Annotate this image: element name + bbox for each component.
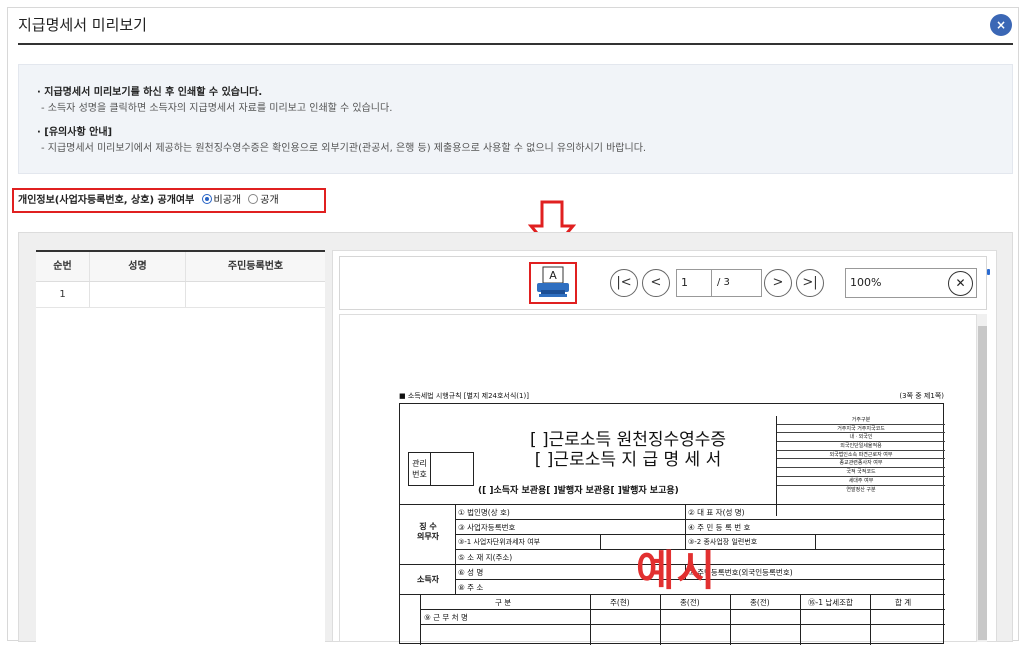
next-page-button[interactable]: > xyxy=(764,269,792,297)
info-line-2: - 소득자 성명을 클릭하면 소득자의 지급명세서 자료를 미리보고 인쇄할 수… xyxy=(41,103,393,114)
table-row[interactable]: 1 xyxy=(36,282,325,308)
mgmt-number-box: 관리번호 xyxy=(408,452,474,486)
prev-page-button[interactable]: < xyxy=(642,269,670,297)
form-header-right: (3쪽 중 제1쪽) xyxy=(899,392,944,400)
close-icon[interactable]: × xyxy=(990,14,1012,36)
earner-label: 소득자 xyxy=(416,575,440,584)
form-subtitle: ([ ]소득자 보관용[ ]발행자 보관용[ ]발행자 보고용) xyxy=(478,486,679,496)
row-seq: 1 xyxy=(36,282,90,307)
radio-private-label[interactable]: 비공개 xyxy=(214,195,242,206)
row-rrn xyxy=(186,282,325,307)
first-page-button[interactable]: |< xyxy=(610,269,638,297)
radio-private[interactable] xyxy=(201,194,212,204)
col-rrn: 주민등록번호 xyxy=(227,261,284,272)
dialog-title: 지급명세서 미리보기 xyxy=(18,16,147,34)
form-title-1: [ ]근로소득 원천징수영수증 xyxy=(529,430,727,450)
col-name: 성명 xyxy=(90,252,186,281)
toolbar-marker xyxy=(987,269,990,275)
radio-public[interactable] xyxy=(248,194,259,204)
info-line-3: · [유의사항 안내] xyxy=(37,127,113,138)
info-line-4: - 지급명세서 미리보기에서 제공하는 원천징수영수증은 확인용으로 외부기관(… xyxy=(41,143,647,154)
info-box: · 지급명세서 미리보기를 하신 후 인쇄할 수 있습니다. - 소득자 성명을… xyxy=(18,64,1013,174)
zoom-clear-icon[interactable]: ✕ xyxy=(948,271,973,296)
privacy-setting: 개인정보(사업자등록번호, 상호) 공개여부 비공개 공개 xyxy=(12,188,326,213)
withholder-label: 징 수 의무자 xyxy=(416,522,440,541)
sample-watermark: 예시 xyxy=(636,546,718,595)
svg-text:A: A xyxy=(549,269,557,282)
info-line-1: · 지급명세서 미리보기를 하신 후 인쇄할 수 있습니다. xyxy=(37,87,263,98)
form-title-2: [ ]근로소득 지 급 명 세 서 xyxy=(534,450,722,470)
page-input[interactable]: 1 xyxy=(676,269,712,297)
residency-table: 거주구분 거주지국 거주지국코드 내ㆍ외국인 외국인단일세율적용 외국법인소속 파견근… xyxy=(776,416,945,516)
scrollbar[interactable] xyxy=(976,314,987,642)
form-body: 관리번호 [ ]근로소득 원천징수영수증 [ ]근로소득 지 급 명 세 서 (… xyxy=(399,403,945,645)
print-button[interactable]: A xyxy=(529,262,577,304)
form-header-left: ■ 소득세법 시행규칙 [별지 제24호서식(1)] xyxy=(399,392,529,400)
title-divider xyxy=(18,43,1013,45)
privacy-label: 개인정보(사업자등록번호, 상호) 공개여부 xyxy=(18,195,195,206)
list-header: 순번 성명 주민등록번호 xyxy=(36,252,325,282)
page-total: / 3 xyxy=(712,269,762,297)
row-name[interactable] xyxy=(90,282,186,307)
col-seq: 순번 xyxy=(36,252,90,281)
printer-icon: A xyxy=(537,266,569,297)
earner-list: 순번 성명 주민등록번호 1 xyxy=(36,250,325,642)
last-page-button[interactable]: >| xyxy=(796,269,824,297)
radio-public-label[interactable]: 공개 xyxy=(260,195,278,206)
